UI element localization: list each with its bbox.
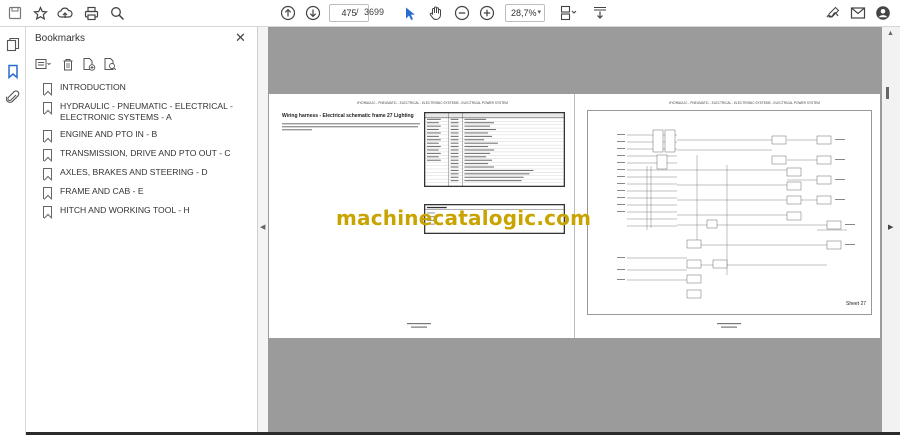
bookmark-tools [34,55,118,73]
mail-icon[interactable] [849,4,867,22]
panel-collapse-handle[interactable]: ◀ [258,27,268,435]
bookmark-item[interactable]: HYDRAULIC - PNEUMATIC - ELECTRICAL - ELE… [43,101,243,123]
bookmark-label: AXLES, BRAKES AND STEERING - D [60,167,208,177]
component-legend-table [424,112,565,187]
bookmark-item[interactable]: TRANSMISSION, DRIVE AND PTO OUT - C [43,148,243,161]
collapse-left-icon: ◀ [260,224,266,231]
bookmark-item[interactable]: ENGINE AND PTO IN - B [43,129,243,142]
close-icon[interactable]: ✕ [235,30,246,46]
cloud-upload-icon[interactable] [56,4,74,22]
select-cursor-icon[interactable] [401,4,419,22]
left-page-title: Wiring harness - Electrical schematic fr… [282,113,414,119]
save-icon[interactable] [6,4,24,22]
bookmark-label: HITCH AND WORKING TOOL - H [60,205,190,215]
bookmark-label: FRAME AND CAB - E [60,186,144,196]
left-navigation-rail [0,27,26,435]
page-display-icon[interactable] [560,4,578,22]
zoom-out-icon[interactable] [453,4,471,22]
right-page-header: HYDRAULIC - PNEUMATIC - ELECTRICAL - ELE… [669,101,820,105]
bookmark-icon [43,102,52,114]
bookmark-icon [43,149,52,161]
bookmark-item[interactable]: HITCH AND WORKING TOOL - H [43,205,243,218]
scroll-mode-icon[interactable] [591,4,609,22]
top-toolbar: 475 / 3699 28,7% ▾ [0,0,900,27]
expand-right-panel-icon[interactable]: ▶ [888,223,893,231]
bookmark-label: HYDRAULIC - PNEUMATIC - ELECTRICAL - ELE… [60,101,233,122]
panel-title: Bookmarks [35,33,86,44]
bookmark-icon [43,168,52,180]
left-page-header: HYDRAULIC - PNEUMATIC - ELECTRICAL - ELE… [357,101,508,105]
attachments-icon[interactable] [4,88,22,106]
zoom-search-icon[interactable] [108,4,126,22]
bookmark-options-icon[interactable] [34,56,51,73]
bookmark-label: TRANSMISSION, DRIVE AND PTO OUT - C [60,148,231,158]
bookmark-label: INTRODUCTION [60,82,126,92]
watermark-text: machinecatalogic.com [336,206,592,230]
sign-icon[interactable] [824,4,842,22]
print-icon[interactable] [82,4,100,22]
delete-icon[interactable] [59,56,76,73]
bookmark-item[interactable]: FRAME AND CAB - E [43,186,243,199]
bookmark-icon [43,83,52,95]
bookmark-item[interactable]: AXLES, BRAKES AND STEERING - D [43,167,243,180]
next-page-icon[interactable] [304,4,322,22]
total-pages: 3699 [364,7,385,17]
page-number-input[interactable]: 475 [329,4,369,22]
scroll-up-icon[interactable]: ▲ [887,30,894,37]
bookmark-icon [43,130,52,142]
new-bookmark-icon[interactable] [80,56,97,73]
sheet-label: Sheet 27 [846,301,867,307]
scrollbar-thumb[interactable] [886,87,889,99]
bookmarks-panel-icon[interactable] [4,62,22,80]
page-thumbnails-icon[interactable] [4,35,22,53]
account-icon[interactable] [874,4,892,22]
electrical-schematic-diagram [587,110,872,315]
hand-tool-icon[interactable] [427,4,445,22]
bookmarks-panel: Bookmarks ✕ INTRODUCTION HYDRAULIC - PNE… [26,27,258,435]
left-page-note [282,123,420,131]
search-bookmarks-icon[interactable] [101,56,118,73]
bookmark-label: ENGINE AND PTO IN - B [60,129,158,139]
zoom-level-value: 28,7% [511,8,537,18]
page-separator: / [356,7,359,17]
star-icon[interactable] [31,4,49,22]
vertical-scrollbar[interactable]: ▲ ▶ [882,27,900,435]
left-page-footer [407,323,431,328]
bookmark-item[interactable]: INTRODUCTION [43,82,243,95]
bookmark-list: INTRODUCTION HYDRAULIC - PNEUMATIC - ELE… [43,82,243,224]
bookmark-icon [43,187,52,199]
right-page-footer [717,323,741,328]
previous-page-icon[interactable] [279,4,297,22]
zoom-level-select[interactable]: 28,7% ▾ [505,4,545,22]
zoom-in-icon[interactable] [478,4,496,22]
bookmark-icon [43,206,52,218]
chevron-down-icon: ▾ [537,9,541,16]
